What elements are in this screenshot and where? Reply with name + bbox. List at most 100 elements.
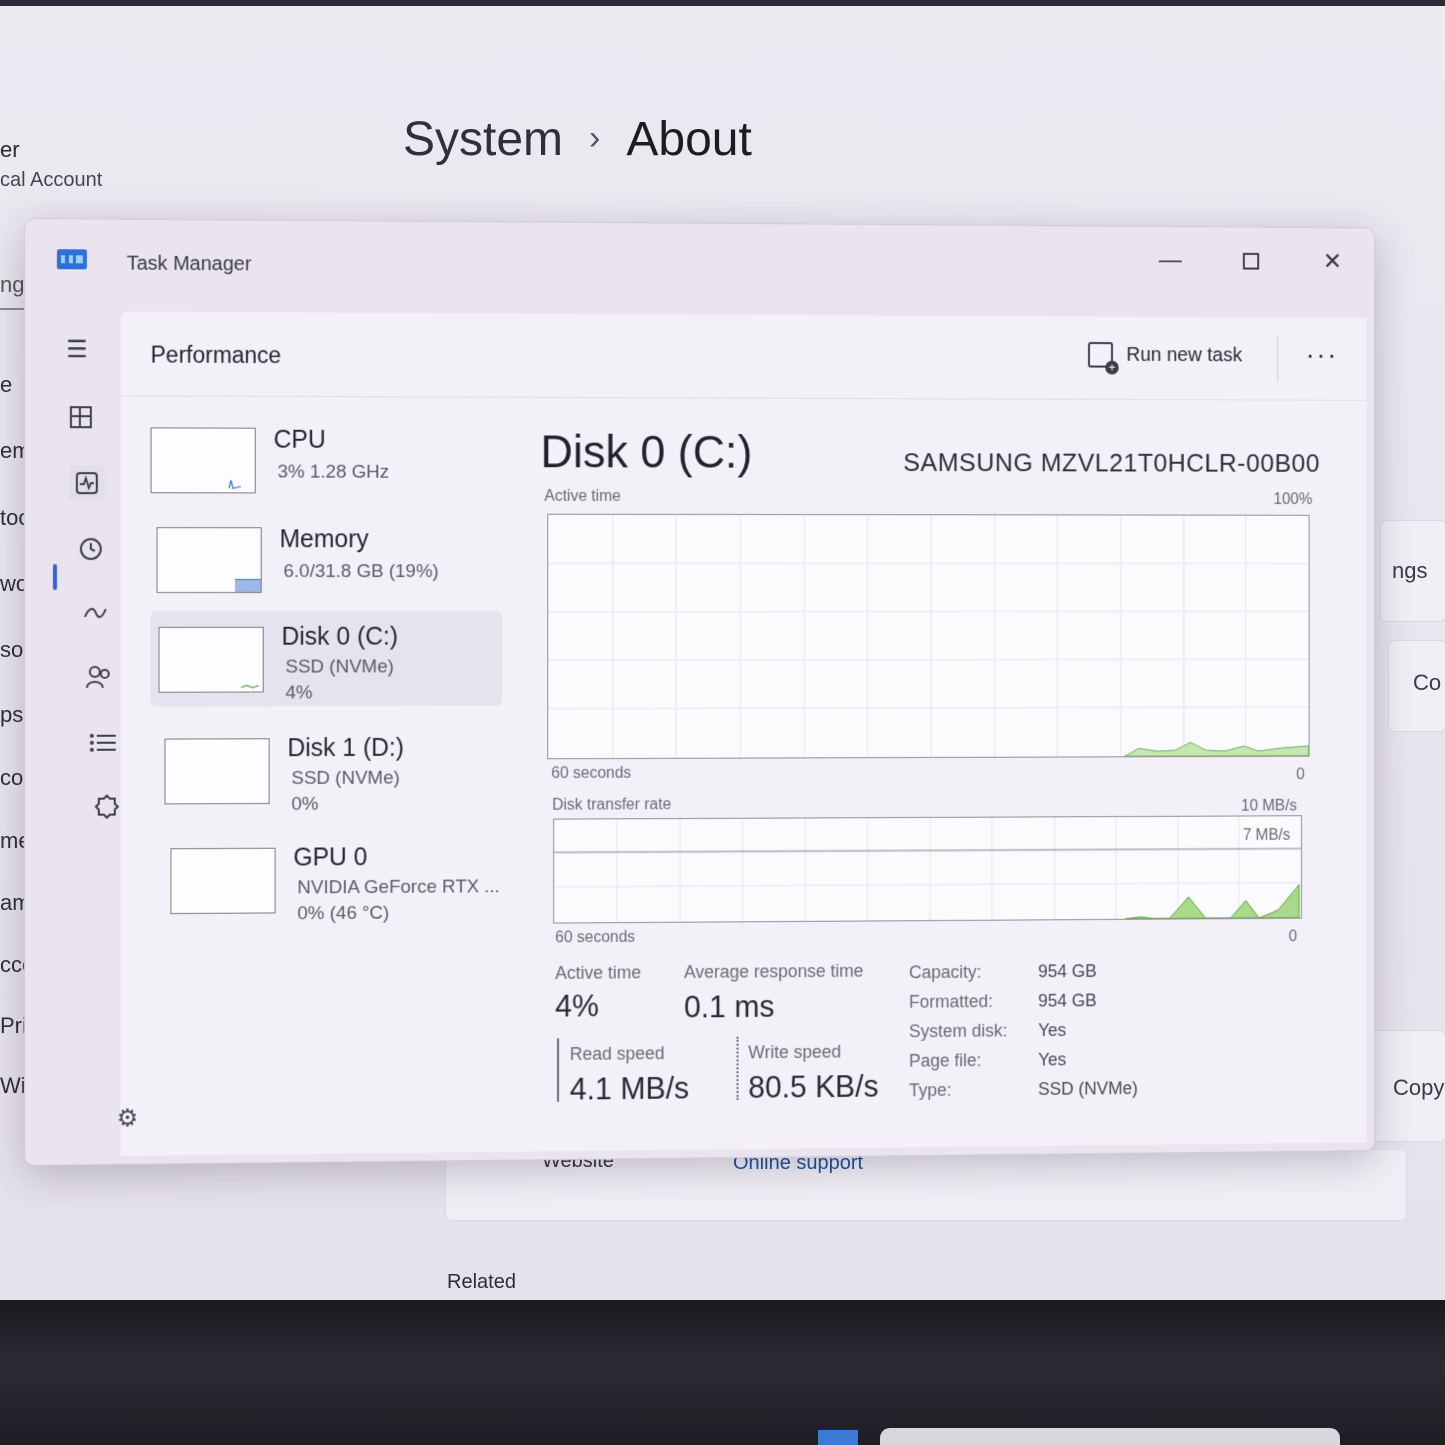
details-list-icon[interactable] — [85, 725, 121, 761]
read-speed-label: Read speed — [570, 1043, 665, 1065]
users-icon[interactable] — [81, 659, 117, 695]
settings-link-fragment[interactable]: ngs — [1392, 558, 1427, 584]
device-name: GPU 0 — [293, 843, 367, 872]
device-model: NVIDIA GeForce RTX ... — [297, 876, 499, 899]
type-key: Type: — [909, 1080, 951, 1101]
page-title: System › About — [403, 112, 752, 167]
cpu-thumbnail-graph — [151, 427, 256, 493]
page-file-key: Page file: — [909, 1050, 981, 1071]
active-time-chart — [548, 515, 1308, 759]
maximize-icon — [1242, 252, 1258, 269]
graph1-max: 100% — [1273, 491, 1312, 509]
copy-button-top-fragment[interactable]: Co — [1413, 670, 1441, 696]
graph1-time-span: 60 seconds — [551, 765, 631, 783]
task-manager-app-icon — [57, 249, 87, 269]
header-divider — [1277, 335, 1278, 382]
settings-gear-icon[interactable]: ⚙ — [117, 1104, 138, 1133]
maximize-button[interactable] — [1222, 239, 1279, 282]
related-heading: Related — [447, 1271, 516, 1294]
disk1-thumbnail-graph — [164, 738, 269, 804]
read-speed-value: 4.1 MB/s — [570, 1071, 689, 1108]
device-name: Disk 1 (D:) — [287, 734, 404, 763]
run-new-task-button[interactable]: Run new task — [1088, 342, 1242, 368]
more-options-icon[interactable]: ··· — [1306, 339, 1338, 370]
run-new-task-label: Run new task — [1126, 344, 1242, 367]
transfer-rate-chart — [554, 816, 1301, 922]
run-task-icon — [1088, 342, 1113, 368]
transfer-rate-graph — [553, 815, 1302, 923]
device-name: CPU — [274, 426, 326, 455]
response-time-value: 0.1 ms — [684, 989, 774, 1025]
device-usage: 0% (46 °C) — [297, 903, 389, 925]
tm-sidebar: ☰ — [25, 309, 125, 310]
capacity-value: 954 GB — [1038, 961, 1097, 982]
account-type-fragment: cal Account — [0, 165, 102, 195]
capacity-key: Capacity: — [909, 962, 981, 983]
window-title: Task Manager — [127, 253, 252, 277]
breadcrumb-about: About — [626, 113, 751, 166]
performance-icon[interactable] — [69, 465, 105, 501]
nav-active-indicator — [53, 564, 57, 590]
user-account-block[interactable]: er cal Account — [0, 135, 102, 195]
device-usage: 4% — [285, 682, 312, 704]
disk0-thumbnail-graph — [159, 627, 264, 693]
system-disk-value: Yes — [1038, 1020, 1066, 1041]
device-memory[interactable]: Memory 6.0/31.8 GB (19%) — [149, 517, 501, 613]
minimize-icon: — — [1159, 246, 1182, 274]
graph2-min: 0 — [1289, 928, 1297, 946]
formatted-value: 954 GB — [1038, 991, 1097, 1012]
write-speed-bar — [737, 1037, 739, 1100]
page-title-performance: Performance — [151, 342, 282, 369]
graph2-time-span: 60 seconds — [555, 929, 635, 947]
device-usage: 0% — [291, 794, 318, 816]
device-cpu[interactable]: CPU 3% 1.28 GHz — [143, 417, 495, 513]
close-button[interactable]: ✕ — [1304, 240, 1361, 283]
graph1-min: 0 — [1296, 766, 1304, 784]
hamburger-menu-icon[interactable]: ☰ — [59, 331, 95, 367]
services-puzzle-icon[interactable] — [89, 789, 125, 825]
graph2-label: Disk transfer rate — [552, 796, 671, 814]
graph2-max: 10 MB/s — [1241, 798, 1297, 816]
performance-panel: Performance Run new task ··· CPU 3% 1.28… — [121, 312, 1367, 1156]
nav-item-0[interactable]: e — [0, 372, 12, 398]
device-type: SSD (NVMe) — [285, 656, 393, 678]
type-value: SSD (NVMe) — [1038, 1078, 1138, 1100]
copy-button-fragment[interactable]: Copy — [1393, 1075, 1444, 1101]
app-history-icon[interactable] — [73, 531, 109, 567]
device-disk-1[interactable]: Disk 1 (D:) SSD (NVMe) 0% — [157, 722, 509, 819]
memory-thumbnail-graph — [157, 527, 262, 593]
active-time-label: Active time — [555, 963, 641, 984]
read-speed-bar — [557, 1038, 559, 1101]
device-gpu-0[interactable]: GPU 0 NVIDIA GeForce RTX ... 0% (46 °C) — [163, 831, 514, 928]
system-disk-key: System disk: — [909, 1021, 1007, 1042]
user-name-fragment: er — [0, 135, 102, 165]
tm-header-bar: Performance Run new task ··· — [121, 312, 1367, 401]
device-disk-0[interactable]: Disk 0 (C:) SSD (NVMe) 4% — [151, 611, 503, 707]
screen-top-edge — [0, 0, 1445, 6]
active-time-graph — [547, 514, 1309, 760]
laptop-bezel — [0, 1300, 1445, 1445]
formatted-key: Formatted: — [909, 991, 993, 1012]
device-stats: 3% 1.28 GHz — [278, 462, 390, 484]
gpu-thumbnail-graph — [170, 848, 275, 914]
minimize-button[interactable]: — — [1142, 239, 1199, 282]
task-manager-window: Task Manager — ✕ ☰ Performance + Run new… — [24, 218, 1375, 1166]
start-button-icon[interactable] — [818, 1430, 858, 1445]
breadcrumb-system[interactable]: System — [403, 113, 563, 166]
breadcrumb-separator-icon: › — [589, 119, 600, 157]
graph1-label: Active time — [544, 488, 621, 506]
processes-icon[interactable] — [63, 399, 99, 435]
startup-apps-icon[interactable] — [77, 595, 113, 631]
taskbar-search[interactable] — [880, 1428, 1340, 1445]
detail-title: Disk 0 (C:) — [540, 425, 752, 479]
memory-usage-fill — [235, 579, 261, 592]
device-name: Memory — [280, 525, 369, 554]
graph2-inner-scale: 7 MB/s — [1243, 827, 1290, 845]
active-time-value: 4% — [555, 989, 599, 1025]
nav-item-apps[interactable]: ps — [0, 702, 23, 728]
response-time-label: Average response time — [684, 961, 863, 983]
disk-model: SAMSUNG MZVL21T0HCLR-00B00 — [903, 447, 1320, 478]
write-speed-value: 80.5 KB/s — [748, 1069, 878, 1106]
page-file-value: Yes — [1038, 1050, 1066, 1071]
device-name: Disk 0 (C:) — [282, 623, 399, 652]
